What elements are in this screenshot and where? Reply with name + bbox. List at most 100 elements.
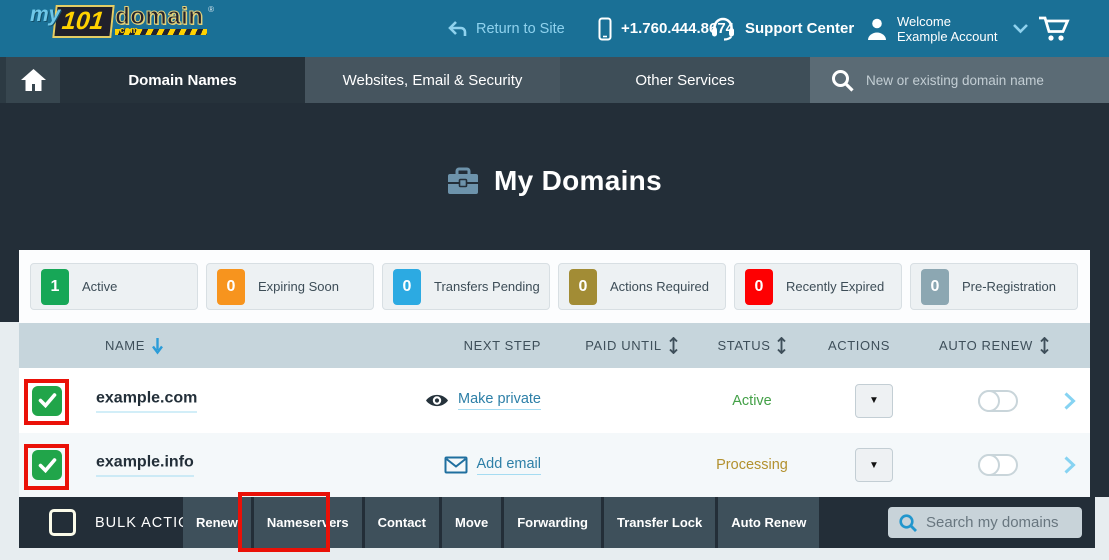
status-badge: Active bbox=[732, 393, 772, 409]
checkmark-icon bbox=[38, 393, 57, 408]
logo-stripes: .com bbox=[115, 29, 207, 35]
add-email-link[interactable]: Add email bbox=[477, 456, 541, 475]
headset-icon bbox=[710, 16, 736, 41]
column-name[interactable]: NAME bbox=[105, 323, 163, 368]
column-next-step-label: NEXT STEP bbox=[464, 338, 541, 353]
domains-panel: 1 Active 0 Expiring Soon 0 Transfers Pen… bbox=[19, 250, 1090, 497]
row-expand-chevron[interactable] bbox=[1063, 391, 1076, 410]
auto-renew-button[interactable]: Auto Renew bbox=[718, 497, 819, 548]
sort-down-icon[interactable] bbox=[152, 337, 163, 355]
auto-renew-toggle-off[interactable] bbox=[978, 390, 1018, 412]
make-private-link[interactable]: Make private bbox=[458, 391, 541, 410]
card-transfers-label: Transfers Pending bbox=[434, 279, 540, 294]
column-next-step: NEXT STEP bbox=[319, 323, 541, 368]
next-step-cell: Make private bbox=[319, 368, 541, 433]
domain-link[interactable]: example.com bbox=[96, 389, 197, 412]
cart-icon bbox=[1038, 15, 1070, 42]
welcome-line2: Example Account bbox=[897, 29, 997, 44]
account-menu[interactable]: Welcome Example Account bbox=[866, 0, 1029, 57]
cart-button[interactable] bbox=[1038, 0, 1070, 57]
logo-registered-mark: ® bbox=[208, 5, 214, 14]
transfer-lock-button[interactable]: Transfer Lock bbox=[604, 497, 715, 548]
card-recently-expired[interactable]: 0 Recently Expired bbox=[734, 263, 902, 310]
summary-cards: 1 Active 0 Expiring Soon 0 Transfers Pen… bbox=[19, 250, 1090, 323]
page-title: My Domains bbox=[494, 165, 662, 197]
actions-dropdown-button[interactable]: ▼ bbox=[855, 448, 893, 482]
column-status-label: STATUS bbox=[718, 338, 771, 353]
card-expiring-count: 0 bbox=[217, 269, 245, 305]
search-icon bbox=[898, 513, 918, 533]
column-name-label: NAME bbox=[105, 338, 145, 353]
user-icon bbox=[866, 17, 888, 40]
status-badge: Processing bbox=[716, 457, 788, 473]
top-bar: my 101 domain .com ® Return to Site +1.7… bbox=[0, 0, 1109, 57]
card-active[interactable]: 1 Active bbox=[30, 263, 198, 310]
sort-updown-icon[interactable] bbox=[669, 337, 678, 354]
card-actions-label: Actions Required bbox=[610, 279, 709, 294]
sort-updown-icon[interactable] bbox=[1040, 337, 1049, 354]
logo-com-text: .com bbox=[117, 25, 138, 35]
column-auto-renew[interactable]: AUTO RENEW bbox=[919, 323, 1069, 368]
return-to-site-link[interactable]: Return to Site bbox=[448, 0, 565, 57]
my-domains-search-input[interactable] bbox=[926, 514, 1071, 531]
return-arrow-icon bbox=[448, 20, 467, 38]
home-tab[interactable] bbox=[6, 57, 60, 103]
card-expiring-label: Expiring Soon bbox=[258, 279, 339, 294]
card-transfers-count: 0 bbox=[393, 269, 421, 305]
card-prereg-count: 0 bbox=[921, 269, 949, 305]
sort-updown-icon[interactable] bbox=[777, 337, 786, 354]
status-cell: Processing bbox=[679, 433, 825, 497]
logo-my-text: my bbox=[30, 3, 60, 27]
tab-domain-names[interactable]: Domain Names bbox=[60, 57, 305, 103]
domain-search-input[interactable] bbox=[866, 73, 1096, 88]
row-checkbox-checked[interactable] bbox=[32, 386, 62, 416]
tab-other-services[interactable]: Other Services bbox=[560, 57, 810, 103]
move-button[interactable]: Move bbox=[442, 497, 501, 548]
card-expired-count: 0 bbox=[745, 269, 773, 305]
card-expired-label: Recently Expired bbox=[786, 279, 884, 294]
support-center-link[interactable]: Support Center bbox=[710, 0, 854, 57]
card-pre-registration[interactable]: 0 Pre-Registration bbox=[910, 263, 1078, 310]
column-paid-until-label: PAID UNTIL bbox=[585, 338, 662, 353]
domain-search-box bbox=[810, 57, 1109, 103]
tab-websites-label: Websites, Email & Security bbox=[343, 72, 523, 89]
toggle-knob bbox=[978, 454, 1000, 476]
renew-button[interactable]: Renew bbox=[183, 497, 251, 548]
chevron-down-icon bbox=[1012, 23, 1029, 34]
tab-websites-email-security[interactable]: Websites, Email & Security bbox=[305, 57, 560, 103]
auto-renew-toggle-off[interactable] bbox=[978, 454, 1018, 476]
status-cell: Active bbox=[679, 368, 825, 433]
home-icon bbox=[20, 68, 47, 92]
row-checkbox-checked[interactable] bbox=[32, 450, 62, 480]
card-actions-required[interactable]: 0 Actions Required bbox=[558, 263, 726, 310]
logo-101-text: 101 bbox=[53, 5, 115, 38]
forwarding-button[interactable]: Forwarding bbox=[504, 497, 601, 548]
column-auto-renew-label: AUTO RENEW bbox=[939, 338, 1033, 353]
table-row: example.com Make private Active ▼ bbox=[19, 368, 1090, 433]
next-step-cell: Add email bbox=[319, 433, 541, 497]
column-actions: ACTIONS bbox=[799, 323, 919, 368]
eye-icon bbox=[425, 392, 449, 409]
actions-dropdown-button[interactable]: ▼ bbox=[855, 384, 893, 418]
tab-domain-names-label: Domain Names bbox=[128, 72, 236, 89]
my-domains-search-box bbox=[888, 507, 1082, 538]
row-expand-chevron[interactable] bbox=[1063, 456, 1076, 475]
support-center-label: Support Center bbox=[745, 20, 854, 37]
nameservers-button[interactable]: Nameservers bbox=[254, 497, 362, 548]
column-actions-label: ACTIONS bbox=[828, 338, 890, 353]
bulk-select-checkbox[interactable] bbox=[49, 509, 76, 536]
table-row: example.info Add email Processing ▼ bbox=[19, 433, 1090, 497]
card-expiring-soon[interactable]: 0 Expiring Soon bbox=[206, 263, 374, 310]
tab-other-services-label: Other Services bbox=[635, 72, 734, 89]
toggle-knob bbox=[978, 390, 1000, 412]
envelope-icon bbox=[444, 456, 468, 474]
site-logo[interactable]: my 101 domain .com ® bbox=[30, 5, 214, 38]
domain-link[interactable]: example.info bbox=[96, 454, 194, 477]
card-prereg-label: Pre-Registration bbox=[962, 279, 1056, 294]
search-icon bbox=[830, 68, 855, 93]
bulk-actions-bar: BULK ACTIONS Renew Nameservers Contact M… bbox=[19, 497, 1095, 548]
welcome-text: Welcome Example Account bbox=[897, 14, 997, 44]
contact-button[interactable]: Contact bbox=[365, 497, 439, 548]
card-transfers-pending[interactable]: 0 Transfers Pending bbox=[382, 263, 550, 310]
welcome-line1: Welcome bbox=[897, 14, 997, 29]
